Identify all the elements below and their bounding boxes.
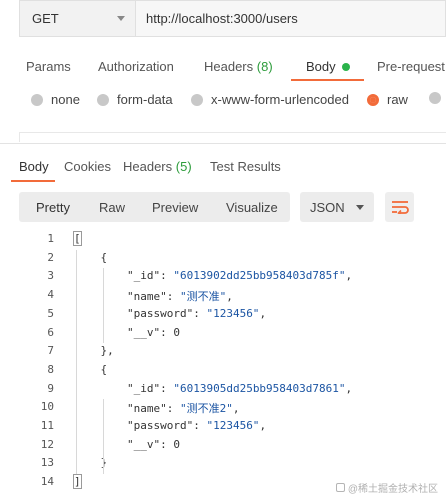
code-line: 2 { bbox=[0, 250, 446, 268]
matched-bracket: [ bbox=[73, 231, 82, 246]
code-line: 12 "__v": 0 bbox=[0, 437, 446, 455]
code-text: "name": "测不准", bbox=[74, 290, 233, 304]
preview-button[interactable]: Preview bbox=[152, 200, 198, 215]
method-select[interactable]: GET bbox=[19, 0, 135, 37]
code-line: 4 "name": "测不准", bbox=[0, 287, 446, 305]
radio-raw[interactable]: raw bbox=[367, 92, 408, 107]
resp-tab-test-results[interactable]: Test Results bbox=[210, 159, 281, 174]
radio-icon bbox=[429, 92, 441, 104]
tab-body-label: Body bbox=[306, 59, 336, 74]
chevron-down-icon bbox=[356, 204, 364, 210]
method-label: GET bbox=[32, 11, 59, 26]
radio-none[interactable]: none bbox=[31, 92, 80, 107]
pretty-button[interactable]: Pretty bbox=[36, 200, 70, 215]
body-type-options: none form-data x-www-form-urlencoded raw bbox=[0, 92, 446, 114]
resp-tab-headers-count: (5) bbox=[175, 159, 192, 174]
code-text: { bbox=[74, 250, 108, 264]
active-tab-indicator bbox=[291, 79, 364, 81]
resp-tab-cookies[interactable]: Cookies bbox=[64, 159, 111, 174]
radio-none-label: none bbox=[51, 92, 80, 107]
tab-headers[interactable]: Headers (8) bbox=[204, 59, 273, 74]
indent-guide bbox=[103, 268, 104, 344]
matched-bracket: ] bbox=[73, 474, 82, 490]
code-line: 5 "password": "123456", bbox=[0, 306, 446, 324]
line-number: 8 bbox=[47, 362, 54, 376]
line-number: 11 bbox=[40, 419, 54, 432]
line-number: 7 bbox=[47, 344, 54, 358]
code-text: }, bbox=[74, 344, 114, 358]
radio-selected-icon bbox=[367, 93, 379, 106]
radio-urlencoded[interactable]: x-www-form-urlencoded bbox=[191, 92, 349, 107]
code-text: "_id": "6013905dd25bb958403d7861", bbox=[74, 381, 353, 395]
resp-tab-headers-label: Headers bbox=[123, 159, 173, 174]
radio-icon bbox=[31, 93, 43, 106]
radio-raw-label: raw bbox=[387, 92, 408, 107]
watermark: @稀土掘金技术社区 bbox=[335, 480, 438, 495]
radio-binary[interactable] bbox=[429, 92, 446, 104]
raw-button[interactable]: Raw bbox=[99, 200, 125, 215]
line-number: 10 bbox=[40, 400, 54, 414]
view-mode-group: Pretty Raw Preview Visualize bbox=[19, 192, 290, 222]
code-line: 13 } bbox=[0, 455, 446, 473]
code-text: ] bbox=[73, 474, 82, 490]
response-body-code[interactable]: 1[2 {3 "_id": "6013902dd25bb958403d785f"… bbox=[0, 231, 446, 493]
code-line: 10 "name": "测不准2", bbox=[0, 399, 446, 417]
code-line: 9 "_id": "6013905dd25bb958403d7861", bbox=[0, 381, 446, 399]
radio-icon bbox=[191, 93, 203, 106]
code-line: 8 { bbox=[0, 362, 446, 380]
code-text: "__v": 0 bbox=[74, 437, 180, 451]
watermark-text: @稀土掘金技术社区 bbox=[347, 484, 438, 495]
code-line: 1[ bbox=[0, 231, 446, 249]
resp-tab-headers[interactable]: Headers (5) bbox=[123, 159, 192, 174]
request-tabs: Params Authorization Headers (8) Body Pr… bbox=[0, 47, 446, 85]
radio-form-data[interactable]: form-data bbox=[97, 92, 173, 107]
pane-divider[interactable] bbox=[0, 143, 446, 144]
active-response-tab-indicator bbox=[11, 180, 55, 182]
code-line: 6 "__v": 0 bbox=[0, 325, 446, 343]
tab-body[interactable]: Body bbox=[306, 59, 350, 74]
code-text: "_id": "6013902dd25bb958403d785f", bbox=[74, 269, 353, 283]
indent-guide bbox=[103, 399, 104, 475]
code-line: 11 "password": "123456", bbox=[0, 418, 446, 436]
response-tabs: Body Cookies Headers (5) Test Results bbox=[0, 156, 446, 184]
line-number: 9 bbox=[47, 381, 54, 395]
line-number: 13 bbox=[40, 456, 54, 470]
format-label: JSON bbox=[310, 199, 345, 215]
line-number: 2 bbox=[47, 250, 54, 264]
tab-prerequest[interactable]: Pre-request bbox=[377, 59, 445, 74]
code-text: { bbox=[74, 362, 108, 376]
tab-params[interactable]: Params bbox=[26, 59, 71, 74]
format-select[interactable]: JSON bbox=[300, 192, 374, 222]
wrap-lines-icon bbox=[391, 201, 409, 214]
tab-authorization[interactable]: Authorization bbox=[98, 59, 174, 74]
url-input[interactable]: http://localhost:3000/users bbox=[135, 0, 446, 37]
line-number: 3 bbox=[47, 269, 54, 283]
code-line: 7 }, bbox=[0, 343, 446, 361]
radio-icon bbox=[97, 93, 109, 106]
tab-headers-count: (8) bbox=[256, 59, 273, 74]
request-body-editor[interactable] bbox=[19, 132, 446, 142]
line-number: 12 bbox=[40, 437, 54, 451]
wrap-lines-button[interactable] bbox=[385, 192, 414, 222]
line-number: 4 bbox=[47, 288, 54, 302]
visualize-button[interactable]: Visualize bbox=[226, 200, 278, 215]
code-text: "name": "测不准2", bbox=[74, 402, 240, 416]
radio-form-data-label: form-data bbox=[117, 92, 173, 107]
code-text: "__v": 0 bbox=[74, 325, 180, 339]
code-line: 3 "_id": "6013902dd25bb958403d785f", bbox=[0, 268, 446, 286]
chevron-down-icon bbox=[117, 16, 125, 21]
line-number: 1 bbox=[47, 232, 54, 245]
modified-dot-icon bbox=[341, 62, 350, 71]
line-number: 6 bbox=[47, 325, 54, 339]
line-number: 14 bbox=[40, 475, 54, 489]
line-number: 5 bbox=[47, 306, 54, 320]
tab-headers-label: Headers bbox=[204, 59, 254, 74]
resp-tab-body[interactable]: Body bbox=[19, 159, 49, 174]
watermark-logo-icon bbox=[335, 483, 345, 492]
code-text: [ bbox=[73, 231, 82, 246]
request-bar: GET http://localhost:3000/users bbox=[19, 0, 446, 37]
indent-guide bbox=[76, 249, 77, 475]
radio-urlencoded-label: x-www-form-urlencoded bbox=[211, 92, 349, 107]
